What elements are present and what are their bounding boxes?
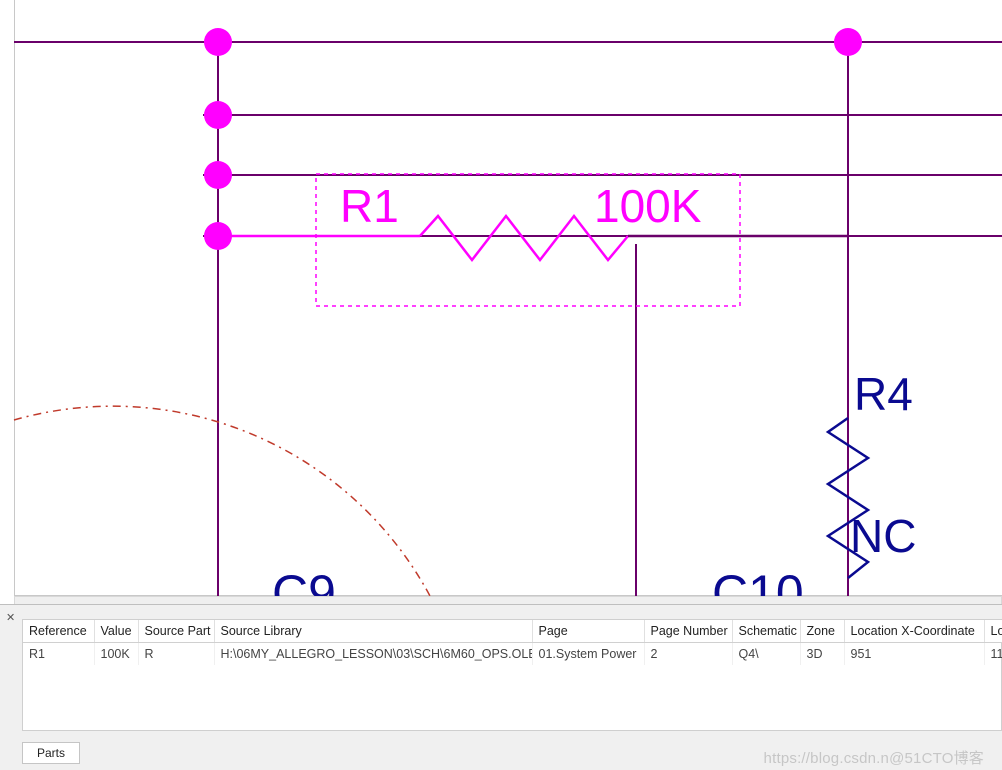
- column-header[interactable]: Reference: [23, 620, 94, 643]
- cell: R1: [23, 643, 94, 666]
- cell: Q4\: [732, 643, 800, 666]
- column-header[interactable]: Lo: [984, 620, 1002, 643]
- column-header[interactable]: Page: [532, 620, 644, 643]
- column-header[interactable]: Source Part: [138, 620, 214, 643]
- cell: H:\06MY_ALLEGRO_LESSON\03\SCH\6M60_OPS.O…: [214, 643, 532, 666]
- column-header[interactable]: Value: [94, 620, 138, 643]
- svg-text:C10: C10: [712, 565, 804, 596]
- cell: 951: [844, 643, 984, 666]
- find-results-grid[interactable]: ReferenceValueSource PartSource LibraryP…: [22, 619, 1002, 731]
- svg-text:C9: C9: [272, 565, 336, 596]
- svg-text:R1: R1: [340, 180, 399, 232]
- table-row[interactable]: R1100KRH:\06MY_ALLEGRO_LESSON\03\SCH\6M6…: [23, 643, 1002, 666]
- column-header[interactable]: Page Number: [644, 620, 732, 643]
- svg-text:NC: NC: [850, 510, 916, 562]
- watermark-text: https://blog.csdn.n@51CTO博客: [764, 747, 984, 768]
- column-header[interactable]: Source Library: [214, 620, 532, 643]
- column-header[interactable]: Schematic: [732, 620, 800, 643]
- svg-text:100K: 100K: [594, 180, 702, 232]
- cell: 11: [984, 643, 1002, 666]
- column-header[interactable]: Zone: [800, 620, 844, 643]
- cell: 100K: [94, 643, 138, 666]
- cell: 2: [644, 643, 732, 666]
- schematic-canvas[interactable]: R1 100K R4 NC C9 C10: [0, 0, 1002, 596]
- close-icon[interactable]: ✕: [6, 611, 15, 624]
- cell: R: [138, 643, 214, 666]
- schematic-svg: R1 100K R4 NC C9 C10: [0, 0, 1002, 596]
- column-header[interactable]: Location X-Coordinate: [844, 620, 984, 643]
- cell: 01.System Power: [532, 643, 644, 666]
- cell: 3D: [800, 643, 844, 666]
- find-window-panel: ✕ Find Window ReferenceValueSource PartS…: [0, 604, 1002, 770]
- svg-text:R4: R4: [854, 368, 913, 420]
- tab-parts[interactable]: Parts: [22, 742, 80, 764]
